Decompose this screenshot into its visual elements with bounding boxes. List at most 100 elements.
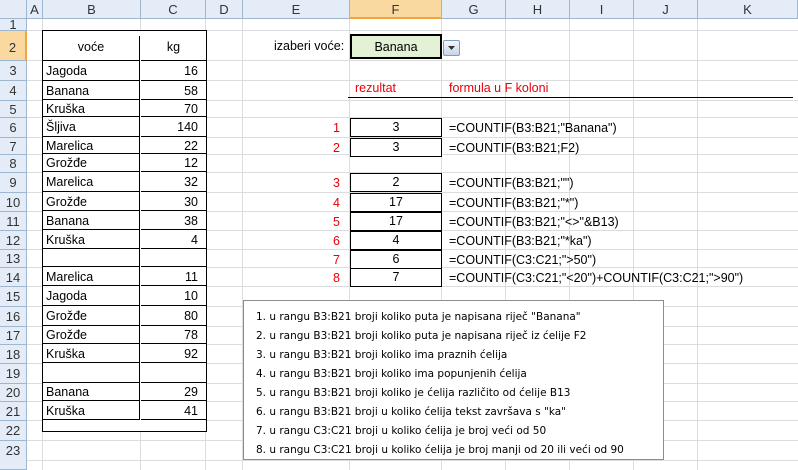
column-header-g[interactable]: G xyxy=(442,0,506,19)
column-header-h[interactable]: H xyxy=(506,0,570,19)
formula-text: =COUNTIF(B3:B21;F2) xyxy=(449,141,580,155)
row-header[interactable]: 10 xyxy=(0,193,27,212)
row-header[interactable]: 19 xyxy=(0,364,27,384)
fruit-name-cell[interactable]: Marelica xyxy=(43,172,140,192)
formula-header: formula u F koloni xyxy=(449,81,549,95)
fruit-name-cell[interactable] xyxy=(43,363,140,383)
fruit-kg-cell[interactable]: 22 xyxy=(141,137,206,154)
row-header[interactable]: 13 xyxy=(0,250,27,268)
result-cell[interactable]: 7 xyxy=(350,268,442,287)
row-header[interactable]: 5 xyxy=(0,101,27,118)
result-cell[interactable]: 3 xyxy=(350,138,442,157)
row-header[interactable]: 22 xyxy=(0,421,27,441)
row-header[interactable]: 18 xyxy=(0,345,27,364)
result-cell[interactable]: 17 xyxy=(350,193,442,212)
row-header[interactable]: 15 xyxy=(0,287,27,307)
fruit-name-cell[interactable]: Kruška xyxy=(43,230,140,249)
fruit-dropdown-button[interactable] xyxy=(443,40,460,56)
fruit-kg-cell[interactable]: 78 xyxy=(141,326,206,344)
result-cell[interactable]: 3 xyxy=(350,118,442,137)
fruit-name-cell[interactable]: Kruška xyxy=(43,401,140,420)
fruit-kg-cell[interactable]: 11 xyxy=(141,267,206,286)
result-cell[interactable]: 6 xyxy=(350,250,442,269)
row-number-label: 8 xyxy=(333,271,340,285)
fruit-kg-cell[interactable]: 32 xyxy=(141,172,206,192)
fruit-kg-cell[interactable]: 16 xyxy=(141,61,206,81)
fruit-name-cell[interactable]: Marelica xyxy=(43,267,140,286)
fruit-name-cell[interactable]: Šljiva xyxy=(43,117,140,137)
row-header[interactable]: 17 xyxy=(0,327,27,345)
column-header-b[interactable]: B xyxy=(43,0,141,19)
row-header[interactable]: 9 xyxy=(0,173,27,193)
row-header[interactable]: 21 xyxy=(0,402,27,421)
fruit-name-cell[interactable]: Jagoda xyxy=(43,286,140,306)
fruit-kg-cell[interactable]: 70 xyxy=(141,100,206,117)
fruit-kg-cell[interactable]: 41 xyxy=(141,401,206,420)
selector-label: izaberi voće: xyxy=(274,39,345,53)
fruit-kg-cell[interactable] xyxy=(141,363,206,383)
note-line: 5. u rangu B3:B21 broji koliko je ćelija… xyxy=(256,387,571,399)
notes-textbox[interactable]: 1. u rangu B3:B21 broji koliko puta je n… xyxy=(243,300,664,460)
fruit-name-cell[interactable]: Kruška xyxy=(43,344,140,363)
formula-text: =COUNTIF(B3:B21;"Banana") xyxy=(449,121,617,135)
header-fruit[interactable]: voće xyxy=(43,36,140,61)
row-header[interactable]: 4 xyxy=(0,81,27,101)
note-line: 7. u rangu C3:C21 broji u koliko ćelija … xyxy=(256,425,547,437)
row-header[interactable]: 23 xyxy=(0,441,27,470)
result-cell[interactable]: 4 xyxy=(350,231,442,250)
fruit-kg-cell[interactable]: 30 xyxy=(141,192,206,211)
row-number-label: 4 xyxy=(333,196,340,210)
result-cell[interactable]: 17 xyxy=(350,212,442,231)
fruit-name-cell[interactable] xyxy=(43,249,140,267)
fruit-select-input[interactable]: Banana xyxy=(350,34,442,59)
row-header[interactable]: 6 xyxy=(0,118,27,138)
column-header-d[interactable]: D xyxy=(206,0,243,19)
fruit-name-cell[interactable]: Banana xyxy=(43,383,140,401)
fruit-name-cell[interactable]: Grožđe xyxy=(43,306,140,326)
spreadsheet: A B C D E F G H I J K 1 2 3 4 5 6 7 8 9 … xyxy=(0,0,798,470)
fruit-kg-cell[interactable]: 12 xyxy=(141,154,206,172)
column-header-c[interactable]: C xyxy=(141,0,206,19)
fruit-name-cell[interactable]: Kruška xyxy=(43,100,140,117)
row-header[interactable]: 11 xyxy=(0,212,27,231)
fruit-kg-cell[interactable]: 80 xyxy=(141,306,206,326)
formula-text: =COUNTIF(B3:B21;"*") xyxy=(449,196,579,210)
column-header-a[interactable]: A xyxy=(27,0,43,19)
note-line: 2. u rangu B3:B21 broji koliko puta je n… xyxy=(256,330,587,342)
fruit-kg-cell[interactable]: 29 xyxy=(141,383,206,401)
fruit-kg-cell[interactable]: 140 xyxy=(141,117,206,137)
row-header[interactable]: 3 xyxy=(0,61,27,81)
fruit-name-cell[interactable]: Banana xyxy=(43,211,140,230)
row-header[interactable]: 12 xyxy=(0,231,27,250)
fruit-name-cell[interactable]: Jagoda xyxy=(43,61,140,81)
column-header-j[interactable]: J xyxy=(634,0,698,19)
row-header[interactable]: 7 xyxy=(0,138,27,155)
fruit-name-cell[interactable]: Banana xyxy=(43,81,140,100)
fruit-kg-cell[interactable]: 4 xyxy=(141,230,206,249)
fruit-kg-cell[interactable]: 38 xyxy=(141,211,206,230)
note-line: 6. u rangu B3:B21 broji u koliko ćelija … xyxy=(256,406,567,418)
result-cell[interactable]: 2 xyxy=(350,173,442,192)
fruit-name-cell[interactable]: Marelica xyxy=(43,137,140,154)
fruit-kg-cell[interactable] xyxy=(141,249,206,267)
row-header[interactable]: 14 xyxy=(0,268,27,287)
fruit-kg-cell[interactable]: 58 xyxy=(141,81,206,100)
fruit-kg-cell[interactable]: 10 xyxy=(141,286,206,306)
gridline xyxy=(697,19,698,470)
row-header[interactable]: 1 xyxy=(0,18,27,31)
fruit-name-cell[interactable]: Grožđe xyxy=(43,326,140,344)
row-header[interactable]: 20 xyxy=(0,384,27,402)
formula-text: =COUNTIF(B3:B21;"") xyxy=(449,176,574,190)
header-kg[interactable]: kg xyxy=(141,36,206,61)
fruit-name-cell[interactable]: Grožđe xyxy=(43,154,140,172)
row-header[interactable]: 2 xyxy=(0,31,27,61)
column-header-k[interactable]: K xyxy=(698,0,798,19)
row-header[interactable]: 8 xyxy=(0,155,27,173)
column-header-f[interactable]: F xyxy=(350,0,442,19)
fruit-name-cell[interactable]: Grožđe xyxy=(43,192,140,211)
fruit-kg-cell[interactable]: 92 xyxy=(141,344,206,363)
row-header[interactable]: 16 xyxy=(0,307,27,327)
formula-text: =COUNTIF(C3:C21;">50") xyxy=(449,253,597,267)
column-header-i[interactable]: I xyxy=(570,0,634,19)
column-header-e[interactable]: E xyxy=(243,0,350,19)
